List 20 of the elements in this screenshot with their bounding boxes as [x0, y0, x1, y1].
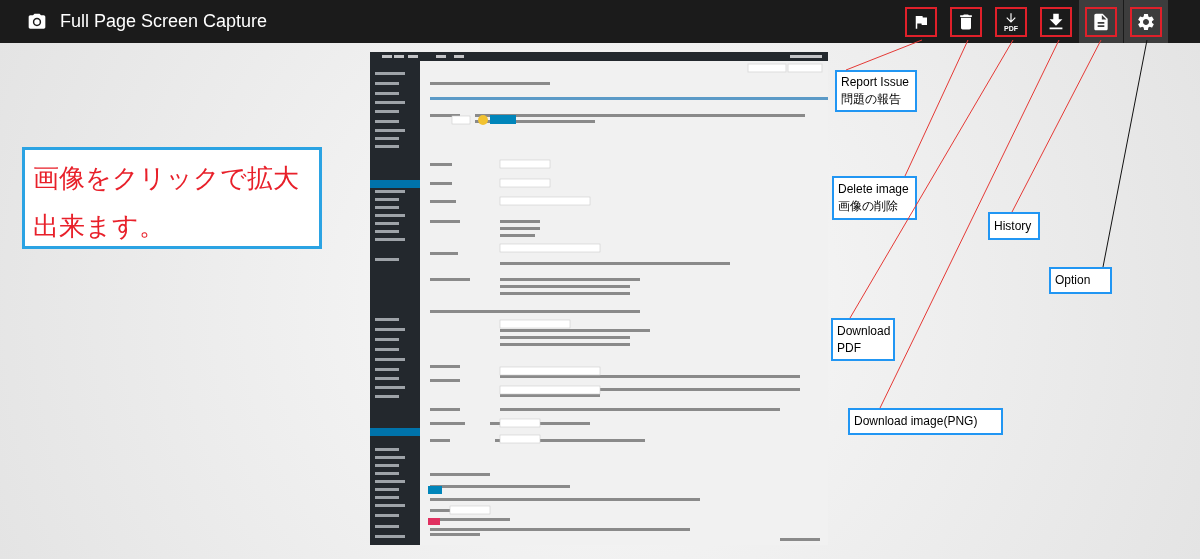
document-icon — [1091, 11, 1111, 32]
trash-button[interactable] — [950, 6, 982, 37]
download-arrow-icon — [1004, 11, 1018, 25]
callout-text: PDF — [837, 340, 862, 356]
history-button[interactable] — [1085, 6, 1117, 37]
callout-text: 画像の削除 — [838, 199, 899, 214]
callout-text: Report Issue — [841, 75, 911, 90]
callout-text: Delete image — [838, 182, 910, 197]
app-title: Full Page Screen Capture — [60, 10, 268, 33]
callout-text: 問題の報告 — [841, 92, 902, 107]
settings-icon — [1136, 11, 1156, 32]
callout-text: History — [994, 218, 1033, 234]
callout-text: Download image(PNG) — [854, 414, 979, 429]
settings-button[interactable] — [1130, 6, 1162, 37]
note-text: 画像をクリックで拡大出来ます。 — [33, 162, 300, 243]
callout-text: Option — [1055, 273, 1092, 288]
camera-icon — [27, 11, 47, 32]
flag-button[interactable] — [905, 6, 937, 37]
download-button[interactable] — [1040, 6, 1072, 37]
callout-text: Download — [837, 323, 889, 339]
